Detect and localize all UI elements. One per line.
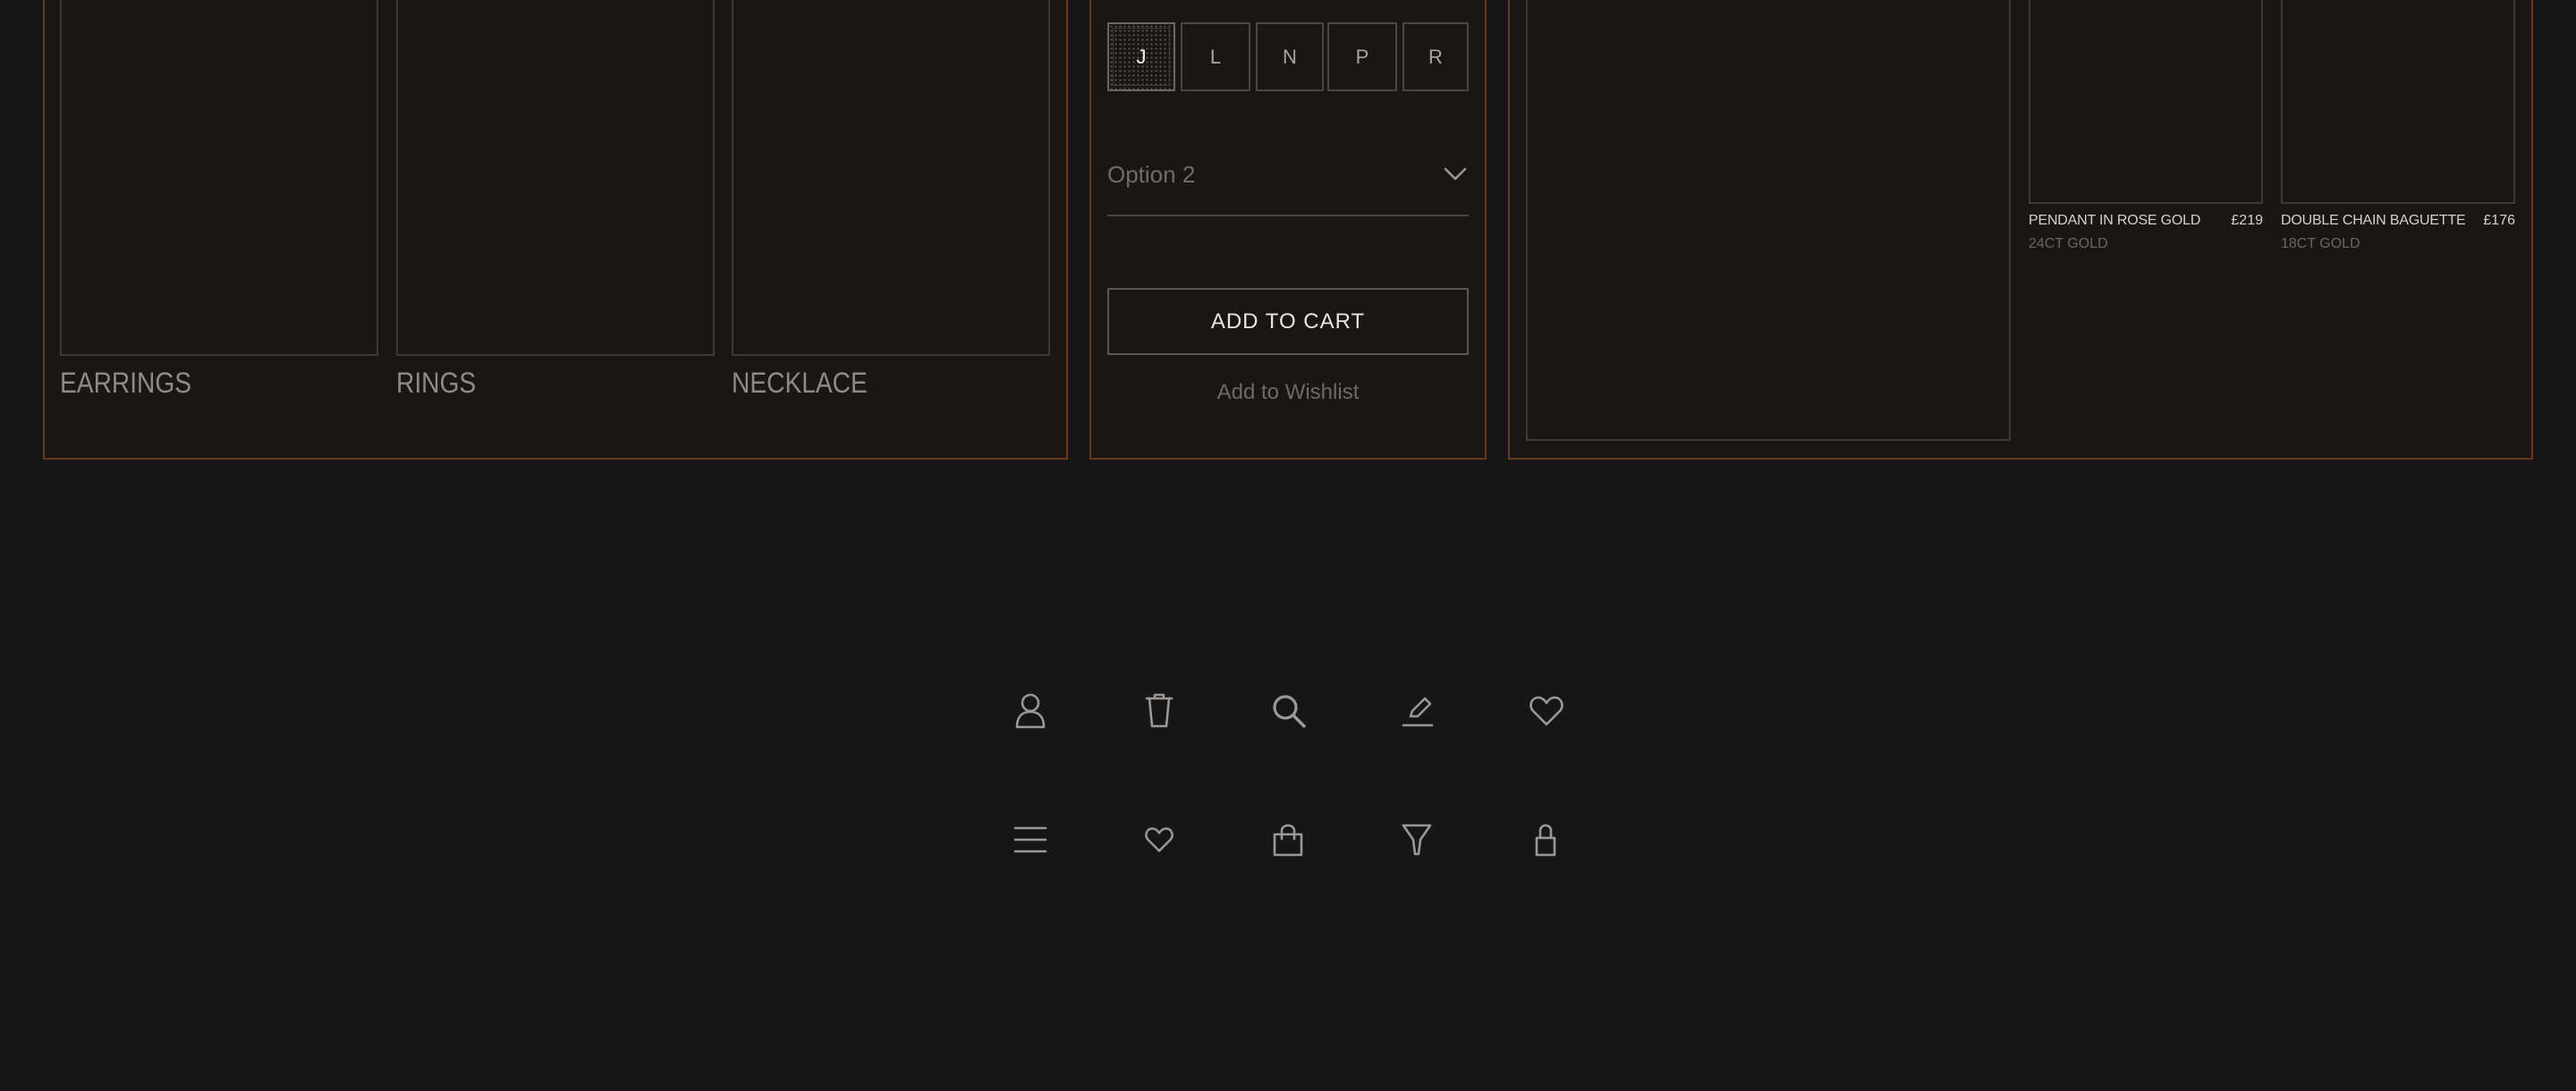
size-option-label: L xyxy=(1209,45,1222,68)
size-option-label: N xyxy=(1283,45,1297,68)
filter-icon[interactable] xyxy=(1398,818,1436,861)
search-icon[interactable] xyxy=(1269,689,1309,732)
menu-icon[interactable] xyxy=(1012,818,1049,861)
size-option-r[interactable]: R xyxy=(1402,22,1469,91)
add-to-cart-button[interactable]: ADD TO CART xyxy=(1107,288,1469,355)
heart-small-icon[interactable] xyxy=(1140,818,1178,861)
add-to-wishlist-link[interactable]: Add to Wishlist xyxy=(1107,380,1469,405)
user-icon[interactable] xyxy=(1012,689,1049,732)
chevron-down-icon xyxy=(1442,163,1469,186)
size-option-label: R xyxy=(1428,45,1443,68)
trash-icon[interactable] xyxy=(1140,689,1178,732)
product-material: 18CT GOLD xyxy=(2281,236,2360,251)
size-option-j[interactable]: J xyxy=(1107,22,1175,91)
product-price: £176 xyxy=(2483,213,2515,228)
product-name[interactable]: PENDANT IN ROSE GOLD xyxy=(2029,213,2200,229)
shopping-bag-icon[interactable] xyxy=(1269,818,1307,861)
category-thumb-earrings[interactable] xyxy=(60,0,378,356)
option-select-value: Option 2 xyxy=(1107,161,1196,188)
featured-product-image[interactable] xyxy=(1526,0,2011,441)
product-thumb-double-chain[interactable] xyxy=(2281,0,2515,204)
size-option-p[interactable]: P xyxy=(1327,22,1397,91)
category-label-earrings[interactable]: EARRINGS xyxy=(60,367,191,400)
category-label-rings[interactable]: RINGS xyxy=(396,367,476,400)
category-thumb-necklace[interactable] xyxy=(732,0,1050,356)
edit-icon[interactable] xyxy=(1398,689,1437,732)
product-material: 24CT GOLD xyxy=(2029,236,2108,251)
category-label-necklace[interactable]: NECKLACE xyxy=(732,367,868,400)
product-thumb-pendant[interactable] xyxy=(2029,0,2263,204)
category-thumb-rings[interactable] xyxy=(396,0,715,356)
size-option-label: P xyxy=(1355,45,1369,68)
option-select[interactable]: Option 2 xyxy=(1107,157,1469,216)
size-option-n[interactable]: N xyxy=(1256,22,1324,91)
lock-icon[interactable] xyxy=(1527,818,1564,861)
size-option-l[interactable]: L xyxy=(1181,22,1250,91)
size-option-label: J xyxy=(1136,45,1147,68)
product-price: £219 xyxy=(2231,213,2263,228)
heart-icon[interactable] xyxy=(1527,689,1566,732)
add-to-cart-label: ADD TO CART xyxy=(1210,309,1366,334)
